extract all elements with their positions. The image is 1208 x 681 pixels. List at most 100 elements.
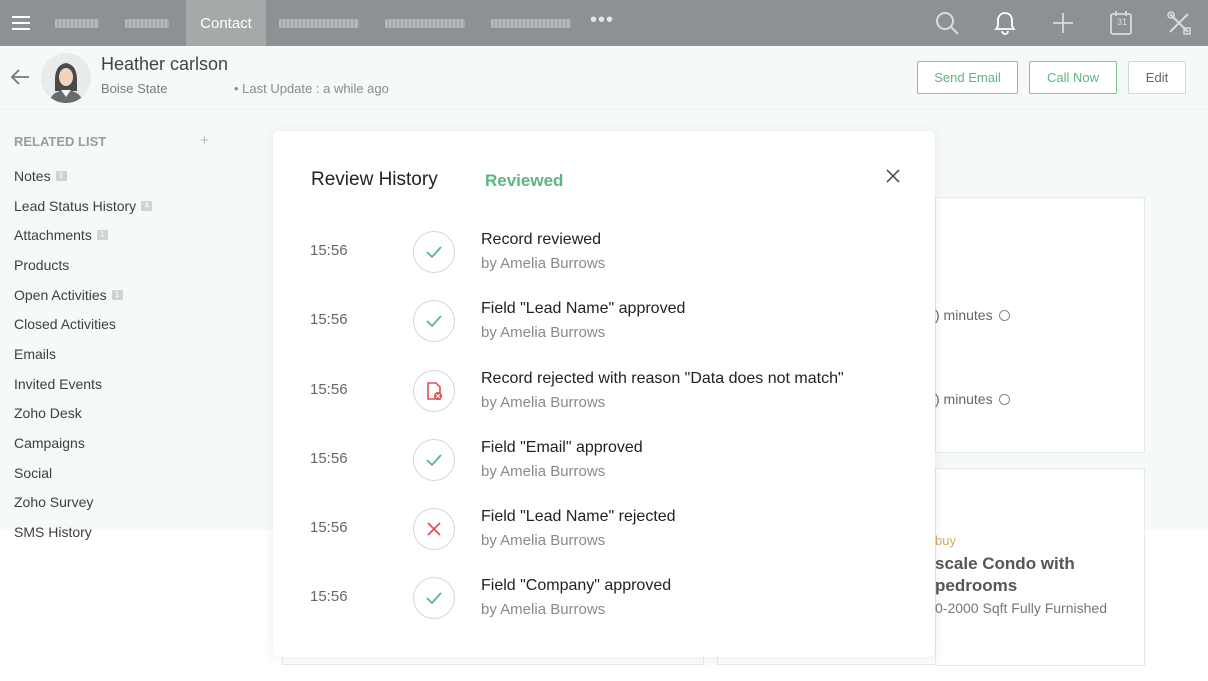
history-entry: 15:56 Record reviewed by Amelia Burrows <box>273 219 935 288</box>
entry-time: 15:56 <box>310 242 348 259</box>
nav-tab-blurred[interactable] <box>279 18 359 28</box>
nav-tab-blurred[interactable] <box>55 18 99 28</box>
check-icon <box>413 577 455 620</box>
plus-icon[interactable] <box>1034 0 1092 46</box>
sidebar-item-label: Notes <box>14 167 51 184</box>
count-badge: 1 <box>96 230 108 241</box>
check-icon <box>413 300 455 343</box>
history-entry: 15:56 Record rejected with reason "Data … <box>273 358 935 427</box>
deal-title-line: scale Condo with <box>935 554 1075 573</box>
contact-organization: Boise State <box>101 81 168 96</box>
edit-button[interactable]: Edit <box>1128 61 1186 94</box>
sidebar-item-social[interactable]: Social <box>14 458 152 488</box>
entry-time: 15:56 <box>310 380 348 398</box>
entry-time: 15:56 <box>310 311 348 329</box>
sidebar-item-invited-events[interactable]: Invited Events <box>14 369 152 399</box>
history-entry: 15:56 Field "Lead Name" rejected by Amel… <box>273 496 935 565</box>
entry-title: Field "Email" approved <box>481 438 643 456</box>
sidebar-item-label: Zoho Survey <box>14 494 94 511</box>
count-badge: 1 <box>55 170 67 181</box>
contact-name: Heather carlson <box>101 54 229 74</box>
entry-author: by Amelia Burrows <box>481 532 606 550</box>
history-list: 15:56 Record reviewed by Amelia Burrows … <box>273 219 935 635</box>
deal-subtitle: 0-2000 Sqft Fully Furnished <box>935 600 1107 616</box>
nav-tab-blurred[interactable] <box>125 18 169 28</box>
check-icon <box>413 231 455 273</box>
calendar-icon[interactable]: 31 <box>1092 0 1150 46</box>
cross-icon <box>413 508 455 551</box>
sidebar-item-label: Zoho Desk <box>14 405 82 422</box>
entry-author: by Amelia Burrows <box>481 601 606 619</box>
entry-title: Record reviewed <box>481 231 602 248</box>
sidebar-item-products[interactable]: Products <box>14 250 152 280</box>
entry-title: Field "Company" approved <box>481 577 672 595</box>
back-arrow-icon[interactable] <box>10 68 30 86</box>
bell-icon[interactable] <box>976 0 1034 46</box>
related-list-sidebar: RELATED LIST + Notes 1 Lead Status Histor… <box>0 110 228 540</box>
nav-tab-contact[interactable]: Contact <box>186 0 266 46</box>
nav-tab-blurred[interactable] <box>491 18 571 28</box>
review-history-dialog: Review History Reviewed 15:56 Record rev… <box>273 131 935 657</box>
sidebar-item-sms-history[interactable]: SMS History <box>14 517 152 547</box>
activity-card <box>935 197 1145 453</box>
sidebar-item-notes[interactable]: Notes 1 <box>14 161 152 191</box>
sidebar-item-lead-status-history[interactable]: Lead Status History 4 <box>14 191 153 221</box>
duration-text: ) minutes <box>935 307 993 323</box>
tools-icon[interactable] <box>1150 0 1208 46</box>
record-header: Heather carlson Boise State • Last Updat… <box>0 46 1208 110</box>
sidebar-item-closed-activities[interactable]: Closed Activities <box>14 309 152 339</box>
sidebar-item-open-activities[interactable]: Open Activities 1 <box>14 280 152 310</box>
count-badge: 4 <box>141 200 153 211</box>
related-list-title: RELATED LIST <box>14 134 107 149</box>
sidebar-item-attachments[interactable]: Attachments 1 <box>14 220 152 250</box>
sidebar-item-zoho-desk[interactable]: Zoho Desk <box>14 399 152 429</box>
last-update-text: • Last Update : a while ago <box>234 81 389 96</box>
sidebar-item-label: Open Activities <box>14 286 107 303</box>
sidebar-item-campaigns[interactable]: Campaigns <box>14 428 152 458</box>
sidebar-item-label: Closed Activities <box>14 316 116 333</box>
activity-duration: ) minutes <box>935 391 1010 407</box>
calendar-day: 31 <box>1117 17 1128 27</box>
entry-title: Field "Lead Name" rejected <box>481 508 676 526</box>
nav-icon-group: 31 <box>918 0 1208 46</box>
entry-title: Field "Lead Name" approved <box>481 300 686 318</box>
sidebar-item-label: Products <box>14 256 70 273</box>
call-now-button[interactable]: Call Now <box>1029 61 1117 94</box>
menu-icon[interactable] <box>0 0 42 46</box>
entry-time: 15:56 <box>310 588 348 606</box>
search-icon[interactable] <box>918 0 976 46</box>
history-entry: 15:56 Field "Email" approved by Amelia B… <box>273 427 935 496</box>
duration-text: ) minutes <box>935 391 993 407</box>
close-icon[interactable] <box>884 167 902 185</box>
history-entry: 15:56 Field "Company" approved by Amelia… <box>273 565 935 634</box>
sidebar-item-label: Emails <box>14 345 57 362</box>
record-rejected-icon <box>413 369 455 412</box>
entry-author: by Amelia Burrows <box>481 324 606 342</box>
sidebar-item-label: Lead Status History <box>14 197 137 214</box>
activity-duration: ) minutes <box>935 307 1010 323</box>
clock-icon <box>998 310 1010 321</box>
entry-title: Record rejected with reason "Data does n… <box>481 369 844 387</box>
entry-time: 15:56 <box>310 519 348 537</box>
top-navigation: Contact ••• 31 <box>0 0 1208 46</box>
nav-tab-blurred[interactable] <box>385 18 465 28</box>
history-entry: 15:56 Field "Lead Name" approved by Amel… <box>273 288 935 357</box>
add-related-list-icon[interactable]: + <box>200 132 209 149</box>
send-email-button[interactable]: Send Email <box>917 61 1018 94</box>
entry-author: by Amelia Burrows <box>481 462 606 480</box>
sidebar-item-label: Invited Events <box>14 375 102 392</box>
avatar <box>41 53 91 103</box>
deal-title-line: pedrooms <box>935 576 1018 595</box>
deal-title[interactable]: scale Condo with pedrooms <box>935 553 1075 597</box>
entry-time: 15:56 <box>310 449 348 467</box>
related-list: Notes 1 Lead Status History 4 Attachments 1… <box>14 161 153 547</box>
sidebar-item-zoho-survey[interactable]: Zoho Survey <box>14 488 152 518</box>
deal-type-label: buy <box>935 533 956 548</box>
sidebar-item-label: Campaigns <box>14 435 85 452</box>
sidebar-item-emails[interactable]: Emails <box>14 339 152 369</box>
review-status: Reviewed <box>485 171 564 190</box>
count-badge: 1 <box>111 289 123 300</box>
more-tabs-icon[interactable]: ••• <box>590 9 614 32</box>
sidebar-item-label: Attachments <box>14 227 92 244</box>
entry-author: by Amelia Burrows <box>481 393 606 411</box>
